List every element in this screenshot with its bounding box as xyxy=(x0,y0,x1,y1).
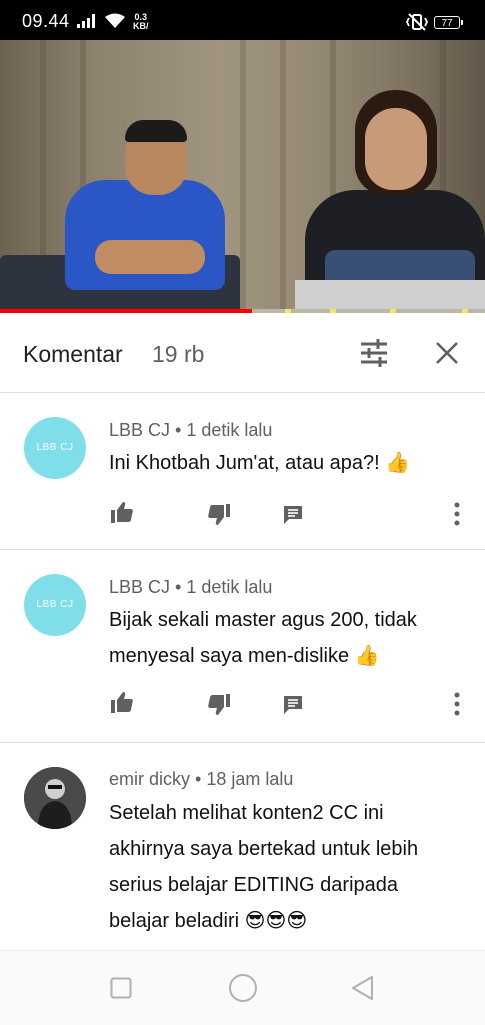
avatar[interactable]: LBB CJ xyxy=(24,574,86,636)
avatar[interactable] xyxy=(24,767,86,829)
comment-meta: emir dicky • 18 jam lalu xyxy=(109,769,294,789)
comment-text: Setelah melihat konten2 CC ini akhirnya … xyxy=(109,802,419,932)
more-options-icon[interactable] xyxy=(454,502,460,526)
comment-meta: LBB CJ • 1 detik lalu xyxy=(109,420,273,440)
filter-sort-icon[interactable] xyxy=(358,338,390,368)
avatar[interactable]: LBB CJ xyxy=(24,417,86,479)
close-icon[interactable] xyxy=(434,340,460,366)
system-nav-bar xyxy=(0,950,485,1025)
like-icon[interactable] xyxy=(110,501,134,523)
back-button[interactable] xyxy=(350,975,376,1001)
comment-text: Ini Khotbah Jum'at, atau apa?! 👍 xyxy=(109,452,411,474)
comment-time: 1 detik lalu xyxy=(186,420,273,440)
comment-time: 1 detik lalu xyxy=(186,577,273,597)
comment-text: Bijak sekali master agus 200, tidak meny… xyxy=(109,609,417,667)
comment-author[interactable]: LBB CJ xyxy=(109,420,170,440)
video-person-man xyxy=(55,120,235,310)
comments-header: Komentar 19 rb xyxy=(0,313,485,393)
reply-icon[interactable] xyxy=(282,694,304,716)
comment-author[interactable]: LBB CJ xyxy=(109,577,170,597)
network-speed: 0.3 KB/ xyxy=(133,12,149,31)
video-couch-right xyxy=(295,280,485,312)
comment-time: 18 jam lalu xyxy=(206,769,294,789)
comment-meta: LBB CJ • 1 detik lalu xyxy=(109,577,273,597)
home-button[interactable] xyxy=(228,973,258,1003)
dislike-icon[interactable] xyxy=(207,694,231,716)
video-player[interactable] xyxy=(0,40,485,312)
battery-icon: 77 xyxy=(434,16,463,29)
comment-item: emir dicky • 18 jam lalu Setelah melihat… xyxy=(0,743,485,950)
like-icon[interactable] xyxy=(110,691,134,713)
dislike-icon[interactable] xyxy=(207,504,231,526)
comment-item: LBB CJ LBB CJ • 1 detik lalu Ini Khotbah… xyxy=(0,393,485,550)
user-photo xyxy=(24,767,86,829)
status-bar: 09.44 0.3 KB/ 77 xyxy=(0,0,485,40)
status-time: 09.44 xyxy=(22,11,70,31)
more-options-icon[interactable] xyxy=(454,692,460,716)
video-person-woman xyxy=(295,90,485,312)
wifi-icon xyxy=(105,13,125,28)
comments-title: Komentar xyxy=(23,341,123,367)
comment-author[interactable]: emir dicky xyxy=(109,769,190,789)
comments-count: 19 rb xyxy=(152,341,205,367)
vibrate-icon xyxy=(406,13,428,31)
signal-icon xyxy=(77,14,95,28)
recents-button[interactable] xyxy=(110,977,132,999)
reply-icon[interactable] xyxy=(282,504,304,526)
comment-item: LBB CJ LBB CJ • 1 detik lalu Bijak sekal… xyxy=(0,550,485,743)
